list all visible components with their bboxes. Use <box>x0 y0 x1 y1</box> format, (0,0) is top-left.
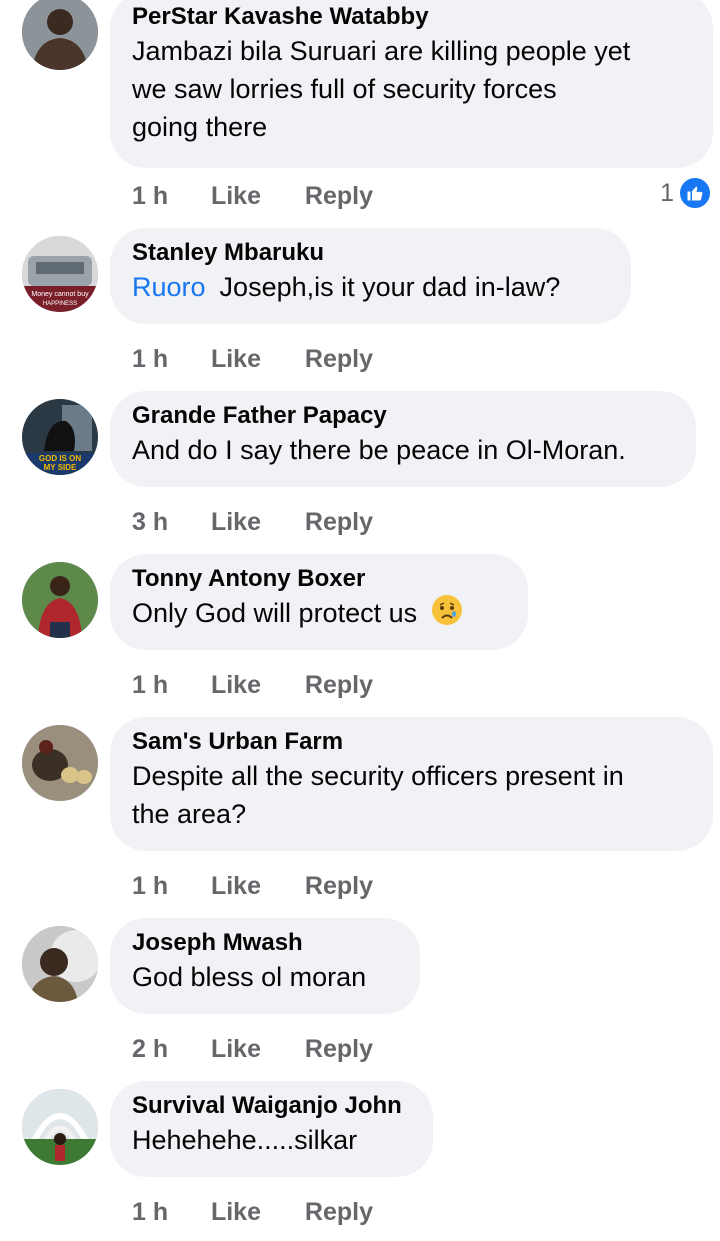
avatar[interactable]: Money cannot buy HAPPINESS <box>22 236 98 312</box>
like-button[interactable]: Like <box>211 182 298 211</box>
reply-button[interactable]: Reply <box>305 1198 373 1227</box>
comment-bubble: Joseph Mwash God bless ol moran <box>110 918 420 1014</box>
comment-author[interactable]: Survival Waiganjo John <box>132 1091 411 1121</box>
timestamp[interactable]: 1 h <box>132 872 204 901</box>
comment-actions: 1 h Like Reply <box>132 182 373 211</box>
like-button[interactable]: Like <box>211 671 298 700</box>
avatar[interactable] <box>22 1089 98 1165</box>
comment-author[interactable]: Tonny Antony Boxer <box>132 564 506 594</box>
avatar[interactable] <box>22 0 98 70</box>
comment-actions: 3 h Like Reply <box>132 508 373 537</box>
reply-button[interactable]: Reply <box>305 671 373 700</box>
comment-actions: 2 h Like Reply <box>132 1035 373 1064</box>
comment-author[interactable]: PerStar Kavashe Watabby <box>132 2 691 32</box>
comment-bubble: Stanley Mbaruku Ruoro Joseph,is it your d… <box>110 228 631 324</box>
avatar[interactable]: GOD IS ON MY SIDE <box>22 399 98 475</box>
avatar-caption: GOD IS ON <box>39 454 81 463</box>
comment-actions: 1 h Like Reply <box>132 671 373 700</box>
reply-button[interactable]: Reply <box>305 872 373 901</box>
comment-text: And do I say there be peace in Ol-Moran. <box>132 435 626 465</box>
timestamp[interactable]: 3 h <box>132 508 204 537</box>
like-button[interactable]: Like <box>211 872 298 901</box>
like-button[interactable]: Like <box>211 508 298 537</box>
comment-bubble: Grande Father Papacy And do I say there … <box>110 391 696 487</box>
like-button[interactable]: Like <box>211 345 298 374</box>
like-button[interactable]: Like <box>211 1198 298 1227</box>
mention-link[interactable]: Ruoro <box>132 272 206 302</box>
comment-text: Hehehehe.....silkar <box>132 1125 358 1155</box>
timestamp[interactable]: 1 h <box>132 345 204 374</box>
comment-actions: 1 h Like Reply <box>132 872 373 901</box>
comment-author[interactable]: Sam's Urban Farm <box>132 727 691 757</box>
reply-button[interactable]: Reply <box>305 182 373 211</box>
reply-button[interactable]: Reply <box>305 345 373 374</box>
like-button[interactable]: Like <box>211 1035 298 1064</box>
sad-face-emoji-icon <box>431 594 463 626</box>
avatar-caption: MY SIDE <box>44 463 77 472</box>
comment-bubble: Tonny Antony Boxer Only God will protect… <box>110 554 528 650</box>
avatar[interactable] <box>22 725 98 801</box>
comment-author[interactable]: Joseph Mwash <box>132 928 398 958</box>
reaction-summary[interactable]: 1 <box>660 176 712 210</box>
comment-text-line: the area? <box>132 799 247 829</box>
comment-bubble: Sam's Urban Farm Despite all the securit… <box>110 717 713 851</box>
comment-text-line: Despite all the security officers presen… <box>132 761 624 791</box>
comment-text-line: we saw lorries full of security forces <box>132 74 557 104</box>
comment-actions: 1 h Like Reply <box>132 345 373 374</box>
timestamp[interactable]: 1 h <box>132 671 204 700</box>
comment-text: Ruoro Joseph,is it your dad in-law? <box>132 268 609 306</box>
comment-text: God bless ol moran <box>132 962 367 992</box>
comment-text-line: going there <box>132 112 268 142</box>
avatar[interactable] <box>22 562 98 638</box>
reply-button[interactable]: Reply <box>305 508 373 537</box>
reaction-count: 1 <box>660 178 674 207</box>
comment-text: Only God will protect us <box>132 594 506 632</box>
thumbs-up-icon <box>678 176 712 210</box>
avatar-caption: HAPPINESS <box>43 301 77 307</box>
comment-author[interactable]: Stanley Mbaruku <box>132 238 609 268</box>
comment-text-body: Only God will protect us <box>132 598 418 628</box>
comment-author[interactable]: Grande Father Papacy <box>132 401 674 431</box>
avatar[interactable] <box>22 926 98 1002</box>
timestamp[interactable]: 2 h <box>132 1035 204 1064</box>
timestamp[interactable]: 1 h <box>132 1198 204 1227</box>
comment-text-body: Joseph,is it your dad in-law? <box>219 272 561 302</box>
comment-actions: 1 h Like Reply <box>132 1198 373 1227</box>
avatar-caption: Money cannot buy <box>31 291 89 298</box>
reply-button[interactable]: Reply <box>305 1035 373 1064</box>
timestamp[interactable]: 1 h <box>132 182 204 211</box>
comment-bubble: PerStar Kavashe Watabby Jambazi bila Sur… <box>110 0 713 168</box>
comment-bubble: Survival Waiganjo John Hehehehe.....silk… <box>110 1081 433 1177</box>
comment-text-line: Jambazi bila Suruari are killing people … <box>132 36 631 66</box>
